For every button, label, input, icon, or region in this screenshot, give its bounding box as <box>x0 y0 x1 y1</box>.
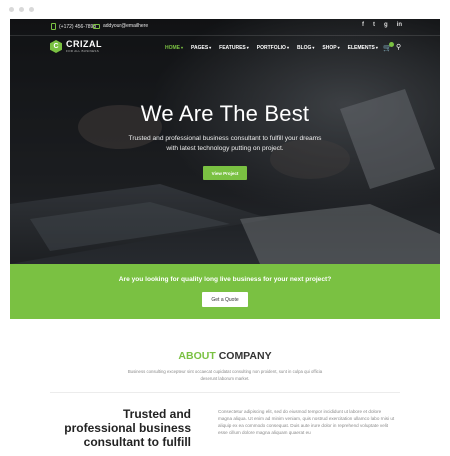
phone-icon <box>51 23 56 30</box>
chevron-down-icon: ▾ <box>337 45 340 50</box>
about-description: Business consulting excepteur sint occae… <box>127 369 323 381</box>
top-info-bar: (+172) 456-7898 addyour@emailhere f t g … <box>10 19 440 36</box>
about-section-title: ABOUT COMPANY <box>10 350 440 362</box>
about-title-accent: ABOUT <box>178 350 216 362</box>
nav-item-blog[interactable]: BLOG▾ <box>297 45 314 51</box>
brand-tagline: FOR ALL BUSINESS <box>66 49 100 53</box>
twitter-icon[interactable]: t <box>373 22 375 28</box>
chevron-down-icon: ▾ <box>375 45 378 50</box>
email-text: addyour@emailhere <box>103 23 149 29</box>
brand-name: CRIZAL <box>66 39 102 49</box>
search-icon[interactable]: ⚲ <box>396 43 401 51</box>
envelope-icon <box>93 23 100 29</box>
nav-item-features[interactable]: FEATURES▾ <box>219 45 249 51</box>
phone-contact[interactable]: (+172) 456-7898 <box>51 23 96 30</box>
hero-title: We Are The Best <box>140 101 310 126</box>
logo-hexagon-icon: C <box>50 40 62 53</box>
logo-text: CRIZAL FOR ALL BUSINESS <box>66 39 102 54</box>
cta-banner: Are you looking for quality long live bu… <box>10 264 440 319</box>
google-plus-icon[interactable]: g <box>384 22 388 28</box>
site-logo[interactable]: C CRIZAL FOR ALL BUSINESS <box>50 40 102 53</box>
window-dot-icon <box>29 7 34 12</box>
section-divider <box>50 392 400 393</box>
about-heading: Trusted and professional business consul… <box>64 407 191 449</box>
website-preview: (+172) 456-7898 addyour@emailhere f t g … <box>10 19 440 456</box>
chevron-down-icon: ▾ <box>209 45 212 50</box>
hero-section: (+172) 456-7898 addyour@emailhere f t g … <box>10 19 440 264</box>
linkedin-icon[interactable]: in <box>397 22 402 28</box>
social-links: f t g in <box>362 22 402 28</box>
cta-text: Are you looking for quality long live bu… <box>118 276 332 283</box>
nav-item-elements[interactable]: ELEMENTS▾ <box>348 45 378 51</box>
about-title-rest: COMPANY <box>218 350 272 362</box>
nav-item-shop[interactable]: SHOP▾ <box>322 45 339 51</box>
hero-subtitle: Trusted and professional business consul… <box>128 135 322 152</box>
nav-menu: HOME▾ PAGES▾ FEATURES▾ PORTFOLIO▾ BLOG▾ … <box>165 45 386 51</box>
nav-item-home[interactable]: HOME▾ <box>165 45 183 51</box>
nav-item-portfolio[interactable]: PORTFOLIO▾ <box>257 45 289 51</box>
about-body-text: Consectetur adipiscing elit, sed do eius… <box>218 409 395 435</box>
cart-badge <box>389 42 394 47</box>
phone-text: (+172) 456-7898 <box>59 23 97 30</box>
chevron-down-icon: ▾ <box>286 45 289 50</box>
view-project-button[interactable]: View Project <box>203 166 247 180</box>
facebook-icon[interactable]: f <box>362 22 364 28</box>
window-dot-icon <box>19 7 24 12</box>
browser-chrome <box>0 0 450 19</box>
chevron-down-icon: ▾ <box>312 45 315 50</box>
window-dot-icon <box>9 7 14 12</box>
main-navbar: C CRIZAL FOR ALL BUSINESS HOME▾ PAGES▾ F… <box>10 36 440 60</box>
chevron-down-icon: ▾ <box>246 45 249 50</box>
chevron-down-icon: ▾ <box>181 45 184 50</box>
get-quote-button[interactable]: Get a Quote <box>202 292 248 307</box>
nav-item-pages[interactable]: PAGES▾ <box>191 45 211 51</box>
email-contact[interactable]: addyour@emailhere <box>93 23 148 29</box>
